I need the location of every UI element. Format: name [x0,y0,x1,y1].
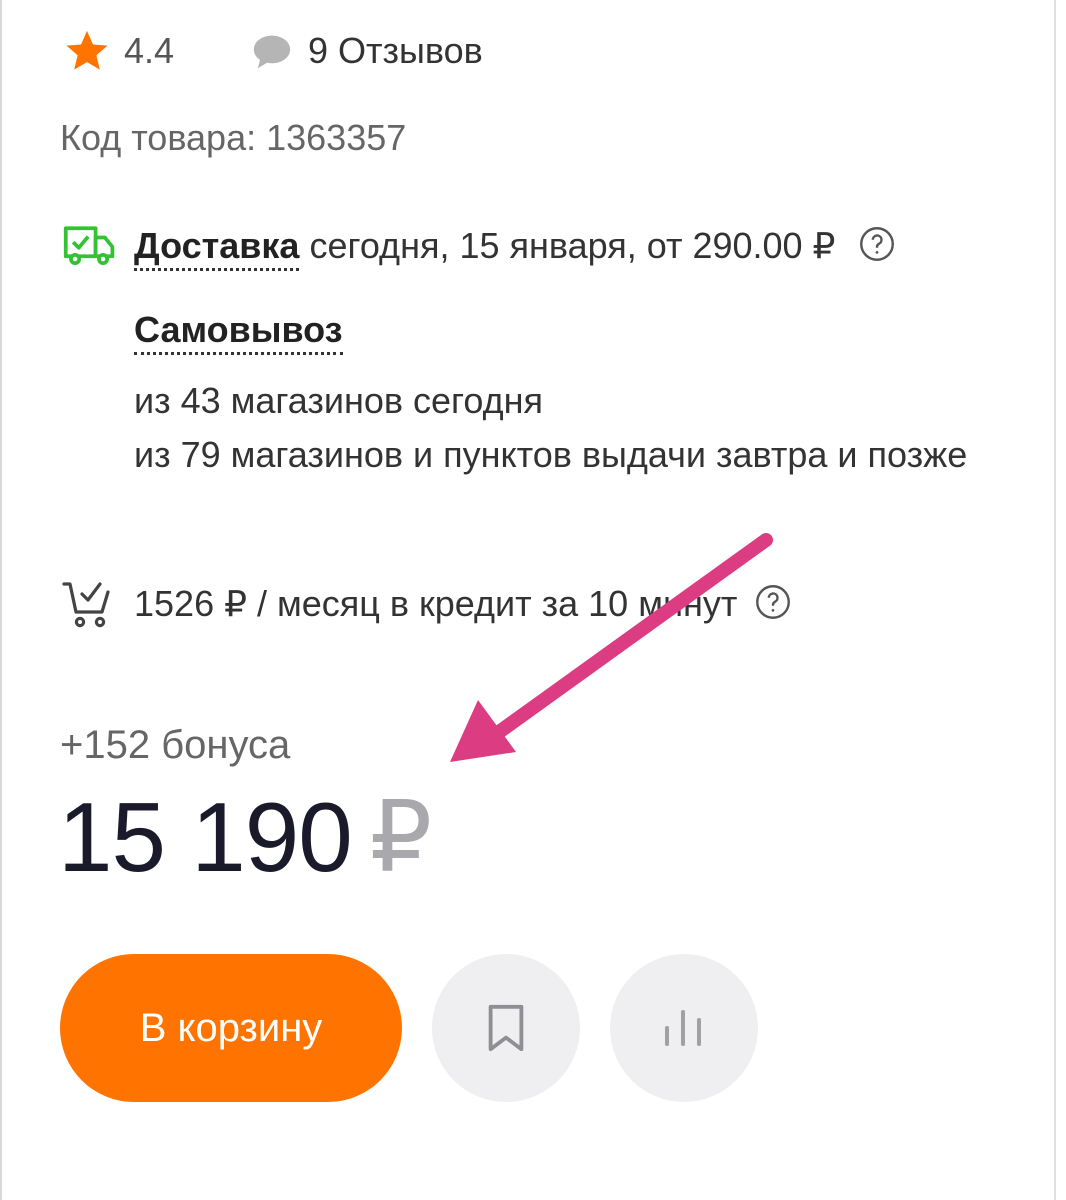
product-code: Код товара: 1363357 [60,117,407,158]
pickup-later: из 79 магазинов и пунктов выдачи завтра … [134,434,968,475]
bookmark-icon [488,1004,524,1052]
pickup-line: Самовывоз [134,306,343,355]
pickup-details: из 43 магазинов сегодня из 79 магазинов … [134,374,994,482]
truck-icon [63,226,115,265]
bonus-points: +152 бонуса [60,723,291,767]
bar-chart-icon [665,1010,701,1046]
annotation-arrow [450,533,773,762]
rating-value: 4.4 [124,30,175,71]
delivery-details: сегодня, 15 января, от 290.00 ₽ [309,225,836,266]
compare-button[interactable] [610,954,758,1102]
price-currency: ₽ [369,782,432,892]
delivery-line: Доставка сегодня, 15 января, от 290.00 ₽ [134,222,895,271]
add-to-cart-button[interactable]: В корзину [60,954,402,1102]
left-edge-divider [0,0,2,1200]
pickup-today: из 43 магазинов сегодня [134,380,544,421]
pickup-link[interactable]: Самовывоз [134,309,343,355]
question-circle-icon[interactable] [859,226,895,262]
bookmark-button[interactable] [432,954,580,1102]
star-icon [66,30,108,70]
price-amount: 15 190 [58,782,353,892]
comment-icon[interactable] [250,32,294,72]
delivery-link[interactable]: Доставка [134,225,300,271]
cart-icon [62,582,110,628]
right-edge-divider [1054,0,1056,1200]
reviews-link[interactable]: 9 Отзывов [308,28,483,74]
price: 15 190 ₽ [58,782,432,892]
